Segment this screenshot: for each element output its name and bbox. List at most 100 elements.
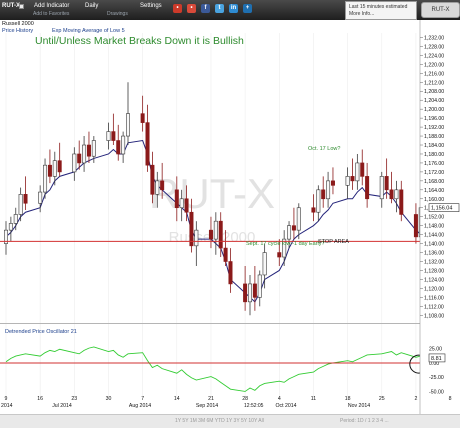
candle-body (311, 207, 316, 213)
candle-body (394, 189, 399, 200)
linkedin-icon[interactable]: in (229, 4, 238, 13)
x-month-label: Sep 2014 (196, 403, 218, 409)
add-favorites-link[interactable]: Add to Favorites (33, 11, 69, 17)
candle-body (413, 214, 418, 238)
y-tick-label: 1,128.00 (424, 268, 444, 274)
candle-body (77, 153, 82, 164)
gear-icon[interactable]: • (173, 4, 182, 13)
candle-body (145, 122, 150, 166)
y-tick-label: 1,200.00 (424, 107, 444, 113)
y-tick-label: 1,204.00 (424, 98, 444, 104)
symbol-dropdown-icon[interactable] (19, 4, 24, 9)
period-select[interactable]: Daily (85, 3, 98, 9)
candle-body (57, 160, 62, 173)
x-tick-label: 9 (5, 396, 8, 402)
symbol-input[interactable]: RUT-X (2, 3, 20, 9)
candle-body (91, 140, 96, 157)
y-tick-label: 1,232.00 (424, 35, 444, 41)
add-indicator-button[interactable]: Add Indicator (34, 3, 69, 9)
toolbar: RUT-X Add Indicator Daily Settings Add t… (0, 0, 460, 20)
annotation-oct-17: Oct. 17 Low? (308, 146, 340, 152)
delay-notice-line1: Last 15 minutes estimated (349, 4, 408, 10)
y-tick-label: 1,188.00 (424, 134, 444, 140)
y-tick-label: 1,220.00 (424, 62, 444, 68)
chart-app: RUT-X Add Indicator Daily Settings Add t… (0, 0, 460, 428)
delay-notice: Last 15 minutes estimated More Info... (345, 1, 417, 20)
candle-body (223, 247, 228, 262)
y-tick-label: 1,164.00 (424, 188, 444, 194)
oscillator-label: Detrended Price Oscillator 21 (5, 329, 77, 335)
candle-body (82, 144, 87, 164)
candle-body (277, 252, 282, 258)
candle-body (189, 211, 194, 247)
x-tick-label: 11 (311, 396, 316, 402)
osc-value-label: 8.81 (431, 356, 442, 362)
candle-body (155, 180, 160, 195)
x-tick-label: 4 (278, 396, 281, 402)
candle-body (365, 176, 370, 200)
twitter-icon[interactable]: t (215, 4, 224, 13)
y-tick-label: 1,168.00 (424, 179, 444, 185)
candle-body (330, 180, 335, 186)
settings-button[interactable]: Settings (140, 3, 162, 9)
annotation-sept-17: Sept. 17 cycle low--1 day Early? (246, 241, 325, 247)
bottom-range-bar: 1Y 5Y 1M 3M 6M YTD 1Y 3Y 5Y 10Y All Peri… (0, 414, 460, 428)
candle-body (296, 207, 301, 231)
candle-body (194, 229, 199, 247)
candle-body (326, 180, 331, 200)
share-icon[interactable]: + (243, 4, 252, 13)
period-navigation[interactable]: Period: 1D / 1 2 3 4 ... (340, 418, 389, 424)
candle-body (126, 113, 131, 137)
candle-body (121, 135, 126, 155)
candle-body (321, 189, 326, 200)
x-tick-label: 18 (345, 396, 351, 402)
x-tick-label: 2 (414, 396, 417, 402)
timestamp-label: 12:52:05 (244, 403, 264, 409)
candle-body (213, 220, 218, 240)
ticker-badge[interactable]: RUT-X (421, 2, 460, 18)
more-info-link[interactable]: More Info... (349, 11, 374, 17)
candle-body (208, 229, 213, 240)
instrument-label: Russell 2000 (2, 21, 34, 27)
osc-tick-label: -50.00 (429, 389, 444, 395)
facebook-icon[interactable]: f (201, 4, 210, 13)
x-tick-label: 14 (174, 396, 180, 402)
candle-body (316, 189, 321, 213)
y-tick-label: 1,224.00 (424, 53, 444, 59)
candle-body (18, 194, 23, 215)
y-tick-label: 1,136.00 (424, 251, 444, 257)
print-icon[interactable]: • (187, 4, 196, 13)
x-tick-label: 25 (379, 396, 385, 402)
candle-body (257, 274, 262, 298)
candle-body (179, 198, 184, 209)
candle-body (150, 164, 155, 195)
candle-body (252, 283, 257, 298)
candle-body (184, 198, 189, 213)
candle-body (291, 225, 296, 231)
watermark-symbol: RUT-X (149, 170, 275, 217)
candle-body (140, 113, 145, 123)
chart-title: Until/Unless Market Breaks Down it is Bu… (35, 35, 244, 47)
y-tick-label: 1,116.00 (424, 295, 444, 301)
y-tick-label: 1,176.00 (424, 161, 444, 167)
osc-tick-label: -25.00 (429, 375, 444, 381)
y-tick-label: 1,212.00 (424, 80, 444, 86)
panel-divider (0, 323, 420, 324)
candle-body (111, 131, 116, 141)
x-tick-label: 8 (449, 396, 452, 402)
candle-body (360, 162, 365, 177)
legend-price-history: Price History (2, 28, 33, 34)
candle-body (52, 160, 57, 177)
candle-body (38, 191, 43, 204)
drawings-link[interactable]: Drawings (107, 11, 128, 17)
candle-body (287, 225, 292, 240)
x-tick-label: 30 (106, 396, 112, 402)
candle-body (106, 131, 111, 141)
candle-body (13, 214, 18, 224)
y-tick-label: 1,108.00 (424, 313, 444, 319)
range-buttons[interactable]: 1Y 5Y 1M 3M 6M YTD 1Y 3Y 5Y 10Y All (175, 418, 264, 424)
candle-body (160, 180, 165, 191)
x-tick-label: 16 (37, 396, 43, 402)
y-tick-label: 1,140.00 (424, 242, 444, 248)
y-tick-label: 1,180.00 (424, 152, 444, 158)
